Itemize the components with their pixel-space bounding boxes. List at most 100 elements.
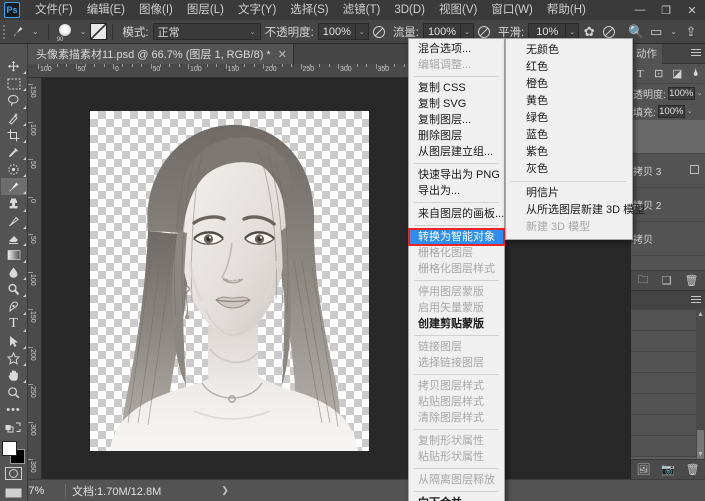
create-snapshot-camera-icon[interactable]: 📷 — [661, 463, 675, 476]
scroll-up-arrow-icon[interactable]: ▲ — [697, 310, 704, 319]
list-item[interactable] — [631, 414, 705, 436]
list-item[interactable] — [631, 456, 705, 459]
table-row[interactable]: 拷贝 — [631, 222, 705, 256]
default-colors-icon[interactable] — [1, 419, 27, 436]
crop-tool[interactable] — [1, 127, 27, 144]
history-scrollbar[interactable]: ▲ ▼ — [696, 309, 705, 459]
submenu-item[interactable]: 蓝色 — [506, 127, 632, 144]
menu-select[interactable]: 选择(S) — [283, 0, 335, 20]
submenu-item[interactable]: 明信片 — [506, 185, 632, 202]
submenu-item[interactable]: 从所选图层新建 3D 模型 — [506, 202, 645, 219]
close-button[interactable]: ✕ — [679, 0, 705, 20]
create-document-from-state-icon[interactable]: 🖼 — [636, 463, 650, 476]
pen-tool[interactable] — [1, 298, 27, 315]
brush-tool[interactable] — [0, 178, 27, 196]
delete-state-trash-icon[interactable]: 🗑 — [686, 463, 700, 476]
new-group-folder-icon[interactable]: 🗀 — [638, 271, 649, 290]
submenu-item[interactable]: 黄色 — [506, 93, 632, 110]
type-tool[interactable]: T — [1, 316, 27, 333]
layer-fill-chevron-down-icon[interactable]: ⌄ — [687, 107, 693, 115]
list-item[interactable] — [631, 330, 705, 352]
eraser-tool[interactable] — [1, 230, 27, 247]
brush-tool-icon[interactable] — [8, 23, 28, 41]
menu-layer[interactable]: 图层(L) — [180, 0, 231, 20]
layer-fill-input[interactable]: 100% — [657, 104, 685, 118]
color-swatches[interactable] — [1, 440, 27, 464]
restore-button[interactable]: ❐ — [653, 0, 679, 20]
context-menu-item[interactable]: 复制图层... — [409, 112, 504, 128]
submenu-item[interactable]: 无颜色 — [506, 42, 632, 59]
menu-view[interactable]: 视图(V) — [432, 0, 484, 20]
quick-selection-tool[interactable] — [1, 110, 27, 127]
list-item[interactable] — [631, 351, 705, 373]
quick-mask-icon[interactable] — [3, 466, 25, 481]
list-item[interactable] — [631, 372, 705, 394]
lock-position-icon[interactable]: ◪ — [670, 67, 684, 80]
hand-tool[interactable] — [1, 367, 27, 384]
healing-brush-tool[interactable] — [1, 161, 27, 178]
context-menu-item[interactable]: 快速导出为 PNG — [409, 167, 504, 183]
shape-tool[interactable] — [1, 350, 27, 367]
lock-transparent-pixels-icon[interactable]: T — [633, 68, 647, 80]
share-icon[interactable]: ⇪ — [681, 22, 701, 42]
layer-list[interactable]: 拷贝 3 拷贝 2 拷贝 🔒 — [631, 120, 705, 270]
tab-actions[interactable]: 动作 — [631, 43, 662, 64]
delete-layer-trash-icon[interactable]: 🗑 — [684, 274, 698, 287]
pressure-opacity-toggle-icon[interactable] — [369, 22, 389, 42]
brush-preset-chevron-down-icon[interactable]: ⌄ — [76, 27, 91, 36]
eyedropper-tool[interactable] — [1, 144, 27, 161]
edit-toolbar-button[interactable]: ••• — [1, 401, 27, 418]
context-menu-item[interactable]: 复制 CSS — [409, 80, 504, 96]
minimize-button[interactable]: — — [627, 0, 653, 20]
opacity-chevron-down-icon[interactable]: ⌄ — [355, 23, 369, 40]
gradient-tool[interactable] — [1, 247, 27, 264]
menu-image[interactable]: 图像(I) — [132, 0, 180, 20]
options-bar-grip[interactable] — [0, 20, 8, 44]
list-item[interactable] — [631, 393, 705, 415]
context-menu-item[interactable]: 从图层建立组... — [409, 144, 504, 160]
menu-help[interactable]: 帮助(H) — [540, 0, 593, 20]
table-row[interactable]: 拷贝 3 — [631, 154, 705, 188]
scroll-down-arrow-icon[interactable]: ▼ — [697, 450, 704, 459]
list-item[interactable] — [631, 435, 705, 457]
document-tab-close-icon[interactable]: ✕ — [278, 48, 287, 61]
blend-mode-select[interactable]: 正常 ⌄ — [152, 23, 261, 40]
new-layer-icon[interactable]: ❑ — [662, 274, 672, 287]
layer-opacity-input[interactable]: 100% — [667, 86, 695, 100]
table-row[interactable] — [631, 256, 705, 270]
context-menu-item[interactable]: 来自图层的画板... — [409, 206, 504, 222]
list-item[interactable] — [631, 309, 705, 331]
brush-preset-picker[interactable]: 90 — [54, 22, 76, 43]
lock-image-pixels-icon[interactable]: ⊡ — [652, 67, 666, 80]
workspace-icon[interactable]: ▭ — [646, 22, 666, 42]
layer-opacity-chevron-down-icon[interactable]: ⌄ — [697, 89, 703, 97]
menu-window[interactable]: 窗口(W) — [484, 0, 540, 20]
history-panel-list[interactable]: ▲ ▼ — [631, 309, 705, 459]
screen-mode-icon[interactable] — [3, 486, 25, 501]
layer-context-menu[interactable]: 混合选项... 编辑调整... 复制 CSS 复制 SVG 复制图层... 删除图层 从图层… — [408, 38, 505, 501]
table-row[interactable] — [631, 120, 705, 154]
secondary-panel-menu-icon[interactable] — [691, 295, 701, 305]
brush-settings-panel-icon[interactable] — [90, 23, 108, 40]
opacity-input[interactable]: 100% — [317, 23, 356, 40]
marquee-tool[interactable] — [1, 75, 27, 92]
lock-all-icon[interactable]: 🌢 — [689, 67, 703, 80]
document-tab[interactable]: 头像素描素材11.psd @ 66.7% (图层 1, RGB/8) * ✕ — [28, 44, 294, 64]
menu-3d[interactable]: 3D(D) — [387, 0, 432, 20]
menu-filter[interactable]: 滤镜(T) — [336, 0, 388, 20]
context-menu-item[interactable]: 向下合并 — [409, 495, 504, 501]
panel-menu-icon[interactable] — [691, 49, 701, 58]
context-menu-item[interactable]: 创建剪贴蒙版 — [409, 316, 504, 332]
brush-tool-chevron-down-icon[interactable]: ⌄ — [28, 27, 43, 36]
status-expand-icon[interactable]: ❯ — [221, 485, 229, 496]
context-menu-item[interactable]: 转换为智能对象 — [408, 228, 505, 246]
submenu-item[interactable]: 灰色 — [506, 161, 632, 178]
context-menu-item[interactable]: 删除图层 — [409, 128, 504, 144]
submenu-item[interactable]: 绿色 — [506, 110, 632, 127]
submenu-item[interactable]: 橙色 — [506, 76, 632, 93]
blur-tool[interactable] — [1, 264, 27, 281]
context-menu-item[interactable]: 混合选项... — [409, 41, 504, 57]
foreground-color-swatch[interactable] — [1, 440, 17, 456]
artboard-transparent-layer[interactable] — [90, 111, 369, 451]
zoom-tool[interactable] — [1, 384, 27, 401]
